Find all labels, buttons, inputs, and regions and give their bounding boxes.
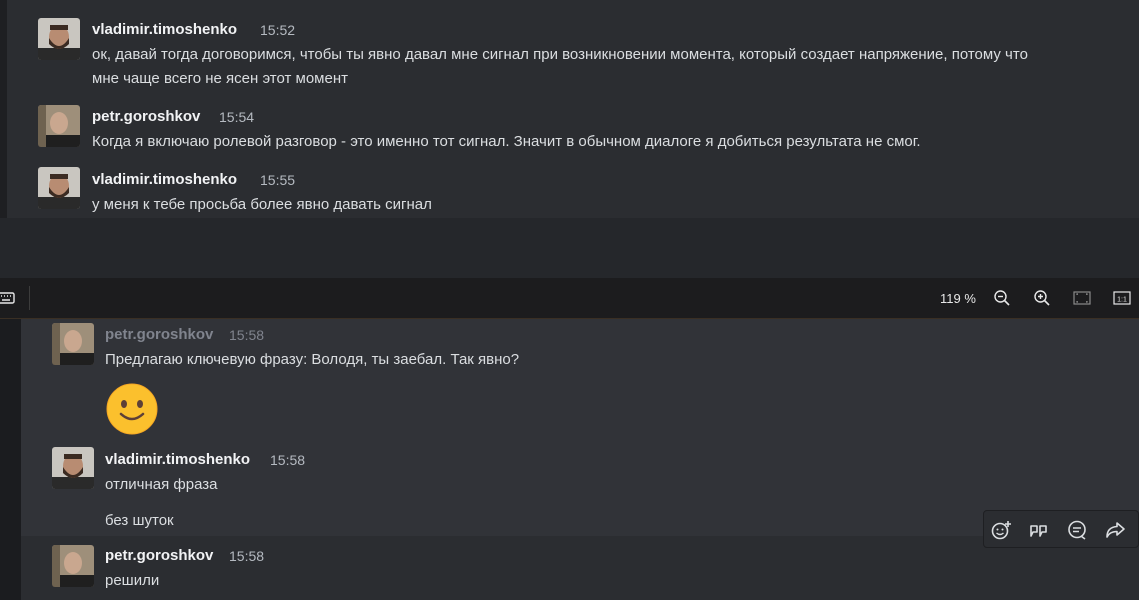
avatar[interactable] — [38, 167, 80, 209]
message-text: у меня к тебе просьба более явно давать … — [92, 196, 432, 213]
toolbar-divider — [29, 286, 30, 310]
message[interactable]: petr.goroshkov 15:54 Когда я включаю рол… — [0, 100, 1139, 160]
reply-icon[interactable] — [1066, 519, 1088, 541]
timestamp: 15:58 — [229, 327, 265, 343]
quote-icon[interactable] — [1028, 519, 1050, 541]
zoom-level: 119 % — [940, 291, 976, 306]
chat-scroll-rail — [0, 319, 21, 600]
message[interactable]: petr.goroshkov 15:58 Предлагаю ключевую … — [21, 319, 1139, 439]
timestamp: 15:58 — [229, 548, 265, 564]
username[interactable]: petr.goroshkov — [105, 326, 213, 343]
zoom-out-icon[interactable] — [992, 288, 1012, 308]
zoom-in-icon[interactable] — [1032, 288, 1052, 308]
timestamp: 15:58 — [270, 452, 306, 468]
fit-to-window-icon[interactable] — [1072, 288, 1092, 308]
avatar[interactable] — [38, 18, 80, 60]
avatar[interactable] — [38, 105, 80, 147]
username[interactable]: vladimir.timoshenko — [105, 451, 250, 468]
actual-size-icon[interactable]: 1:1 — [1112, 288, 1132, 308]
timestamp: 15:55 — [260, 172, 296, 188]
message-text: отличная фраза — [105, 476, 218, 493]
message[interactable]: vladimir.timoshenko 15:58 отличная фраза… — [21, 443, 1139, 535]
forward-icon[interactable] — [1104, 519, 1126, 541]
avatar[interactable] — [52, 323, 94, 365]
slightly-smiling-face-icon — [106, 383, 158, 435]
timestamp: 15:54 — [219, 109, 255, 125]
username[interactable]: vladimir.timoshenko — [92, 171, 237, 188]
message-actions-bar — [983, 510, 1139, 548]
add-reaction-icon[interactable] — [990, 519, 1012, 541]
viewer-gap — [0, 218, 1139, 278]
username[interactable]: petr.goroshkov — [92, 108, 200, 125]
message-text: Предлагаю ключевую фразу: Володя, ты зае… — [105, 351, 520, 368]
chat-pane-top: vladimir.timoshenko 15:52 ок, давай тогд… — [0, 0, 1139, 218]
keyboard-icon[interactable] — [0, 288, 16, 308]
username[interactable]: petr.goroshkov — [105, 547, 213, 564]
message[interactable]: vladimir.timoshenko 15:52 ок, давай тогд… — [0, 0, 1139, 95]
message-text: без шуток — [105, 512, 174, 529]
actual-size-label: 1:1 — [1117, 297, 1127, 304]
avatar[interactable] — [52, 545, 94, 587]
username[interactable]: vladimir.timoshenko — [92, 21, 237, 38]
message-text: ок, давай тогда договоримся, чтобы ты яв… — [92, 46, 1028, 63]
avatar[interactable] — [52, 447, 94, 489]
message[interactable]: vladimir.timoshenko 15:55 у меня к тебе … — [0, 162, 1139, 218]
message-text: Когда я включаю ролевой разговор - это и… — [92, 133, 921, 150]
image-viewer-toolbar: 119 % 1:1 — [0, 278, 1139, 319]
timestamp: 15:52 — [260, 22, 296, 38]
message-text: решили — [105, 572, 160, 589]
chat-pane-bottom: petr.goroshkov 15:58 Предлагаю ключевую … — [0, 319, 1139, 600]
message-text: мне чаще всего не ясен этот момент — [92, 70, 348, 87]
message[interactable]: petr.goroshkov 15:58 решили — [21, 539, 1139, 600]
